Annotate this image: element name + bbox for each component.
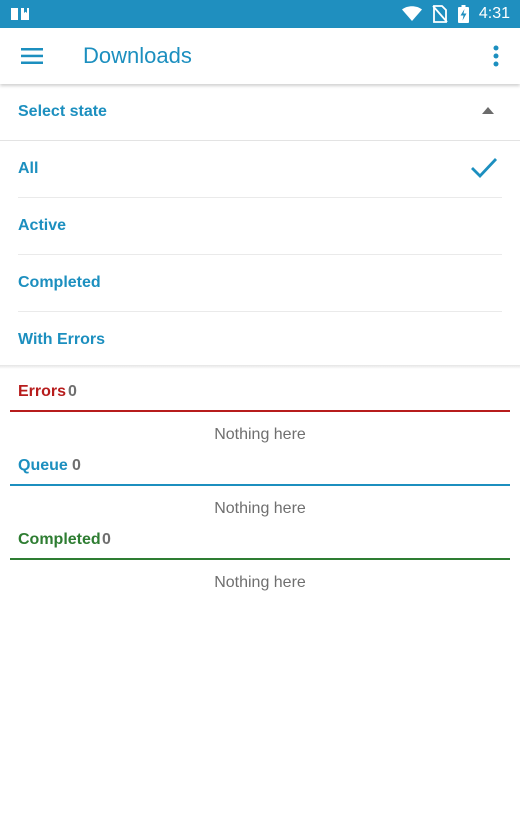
state-option-completed[interactable]: Completed — [18, 255, 502, 312]
wifi-icon — [401, 6, 422, 21]
section-header: Queue 0 — [10, 442, 510, 484]
section-count: 0 — [68, 383, 77, 400]
battery-charging-icon — [457, 5, 469, 23]
state-option-active[interactable]: Active — [18, 198, 502, 255]
section-header: Completed 0 — [10, 516, 510, 558]
state-option-with-errors[interactable]: With Errors — [18, 312, 502, 368]
select-state-toggle[interactable]: Select state — [0, 84, 520, 141]
more-vert-icon — [493, 45, 499, 67]
completed-section: Completed 0 Nothing here — [10, 516, 510, 608]
section-header: Errors 0 — [10, 368, 510, 410]
state-option-label: All — [18, 160, 39, 177]
page-title: Downloads — [83, 43, 192, 68]
app-bar: Downloads — [0, 28, 520, 84]
status-icons: 4:31 — [401, 0, 510, 28]
status-bar: 4:31 — [0, 0, 520, 28]
state-option-all[interactable]: All — [18, 141, 502, 198]
state-options-list: All Active Completed With Errors — [0, 141, 520, 368]
menu-icon — [21, 48, 43, 64]
select-state-label: Select state — [18, 103, 107, 120]
empty-message: Nothing here — [214, 574, 306, 591]
section-title: Completed — [18, 531, 101, 548]
status-time: 4:31 — [478, 5, 510, 22]
section-title: Queue — [18, 457, 68, 474]
collapse-arrow-icon — [482, 107, 494, 114]
check-icon — [471, 158, 498, 179]
section-count: 0 — [102, 531, 111, 548]
more-options-button[interactable] — [482, 38, 510, 74]
state-option-label: Active — [18, 217, 67, 234]
state-option-label: With Errors — [18, 331, 105, 348]
section-count: 0 — [72, 457, 81, 474]
no-sim-icon — [432, 5, 448, 23]
state-option-label: Completed — [18, 274, 101, 291]
menu-button[interactable] — [14, 38, 50, 74]
book-icon — [11, 8, 29, 20]
section-title: Errors — [18, 383, 67, 400]
